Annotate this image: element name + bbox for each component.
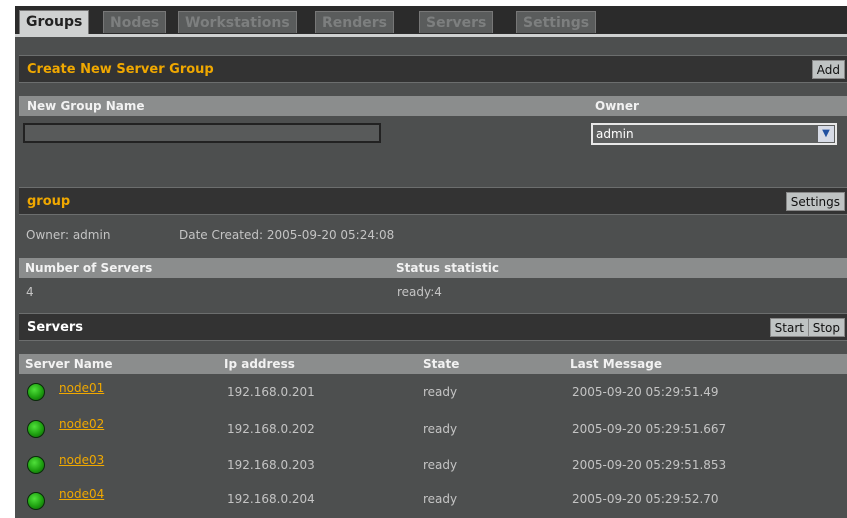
group-stats-columns: Number of Servers Status statistic xyxy=(19,258,847,278)
tab-bar: Groups Nodes Workstations Renders Server… xyxy=(15,6,847,34)
col-ip-address: Ip address xyxy=(224,357,295,371)
col-server-name: Server Name xyxy=(25,357,113,371)
table-row: node04 192.168.0.204 ready 2005-09-20 05… xyxy=(19,484,847,516)
server-link[interactable]: node03 xyxy=(59,453,104,467)
tab-settings[interactable]: Settings xyxy=(516,11,597,33)
new-group-name-header: New Group Name xyxy=(27,99,145,113)
table-row: node02 192.168.0.202 ready 2005-09-20 05… xyxy=(19,412,847,444)
tab-servers[interactable]: Servers xyxy=(419,11,494,33)
number-of-servers-value: 4 xyxy=(26,285,34,299)
server-ip: 192.168.0.202 xyxy=(227,422,315,436)
col-state: State xyxy=(423,357,460,371)
server-link[interactable]: node02 xyxy=(59,417,104,431)
group-header: group Settings xyxy=(19,187,847,215)
server-state: ready xyxy=(423,492,458,506)
server-last-message: 2005-09-20 05:29:51.667 xyxy=(572,422,727,436)
green-status-dot-icon xyxy=(27,492,45,510)
server-last-message: 2005-09-20 05:29:51.853 xyxy=(572,458,727,472)
server-last-message: 2005-09-20 05:29:51.49 xyxy=(572,385,719,399)
tab-renders[interactable]: Renders xyxy=(315,11,394,33)
col-last-message: Last Message xyxy=(570,357,662,371)
chevron-down-icon[interactable]: ▼ xyxy=(818,126,834,142)
green-status-dot-icon xyxy=(27,383,45,401)
tab-nodes[interactable]: Nodes xyxy=(103,11,167,33)
group-title: group xyxy=(27,194,71,209)
group-settings-button[interactable]: Settings xyxy=(785,192,845,211)
add-button[interactable]: Add xyxy=(811,60,845,79)
tab-workstations[interactable]: Workstations xyxy=(178,11,297,33)
owner-header: Owner xyxy=(595,99,639,113)
server-state: ready xyxy=(423,458,458,472)
server-ip: 192.168.0.203 xyxy=(227,458,315,472)
table-row: node03 192.168.0.203 ready 2005-09-20 05… xyxy=(19,448,847,480)
owner-select-value: admin xyxy=(596,127,634,141)
green-status-dot-icon xyxy=(27,456,45,474)
green-status-dot-icon xyxy=(27,420,45,438)
server-ip: 192.168.0.204 xyxy=(227,492,315,506)
server-ip: 192.168.0.201 xyxy=(227,385,315,399)
group-date-created: Date Created: 2005-09-20 05:24:08 xyxy=(179,228,395,242)
status-statistic-value: ready:4 xyxy=(397,285,442,299)
number-of-servers-header: Number of Servers xyxy=(25,261,153,275)
servers-header: Servers Start Stop xyxy=(19,313,847,341)
servers-title: Servers xyxy=(27,320,84,335)
create-group-columns: New Group Name Owner xyxy=(19,96,847,116)
server-state: ready xyxy=(423,422,458,436)
create-group-title: Create New Server Group xyxy=(27,62,214,77)
table-row: node01 192.168.0.201 ready 2005-09-20 05… xyxy=(19,375,847,407)
tab-groups[interactable]: Groups xyxy=(19,10,90,34)
server-state: ready xyxy=(423,385,458,399)
server-link[interactable]: node01 xyxy=(59,381,104,395)
start-button[interactable]: Start xyxy=(769,318,809,337)
tab-underline xyxy=(15,34,847,37)
owner-select[interactable]: admin ▼ xyxy=(591,123,837,145)
stop-button[interactable]: Stop xyxy=(807,318,845,337)
group-owner: Owner: admin xyxy=(26,228,111,242)
server-link[interactable]: node04 xyxy=(59,487,104,501)
status-statistic-header: Status statistic xyxy=(396,261,500,275)
server-last-message: 2005-09-20 05:29:52.70 xyxy=(572,492,719,506)
servers-table-header: Server Name Ip address State Last Messag… xyxy=(19,354,847,374)
create-group-header: Create New Server Group Add xyxy=(19,55,847,83)
new-group-name-input[interactable] xyxy=(23,123,381,143)
app-frame: Groups Nodes Workstations Renders Server… xyxy=(15,6,847,518)
